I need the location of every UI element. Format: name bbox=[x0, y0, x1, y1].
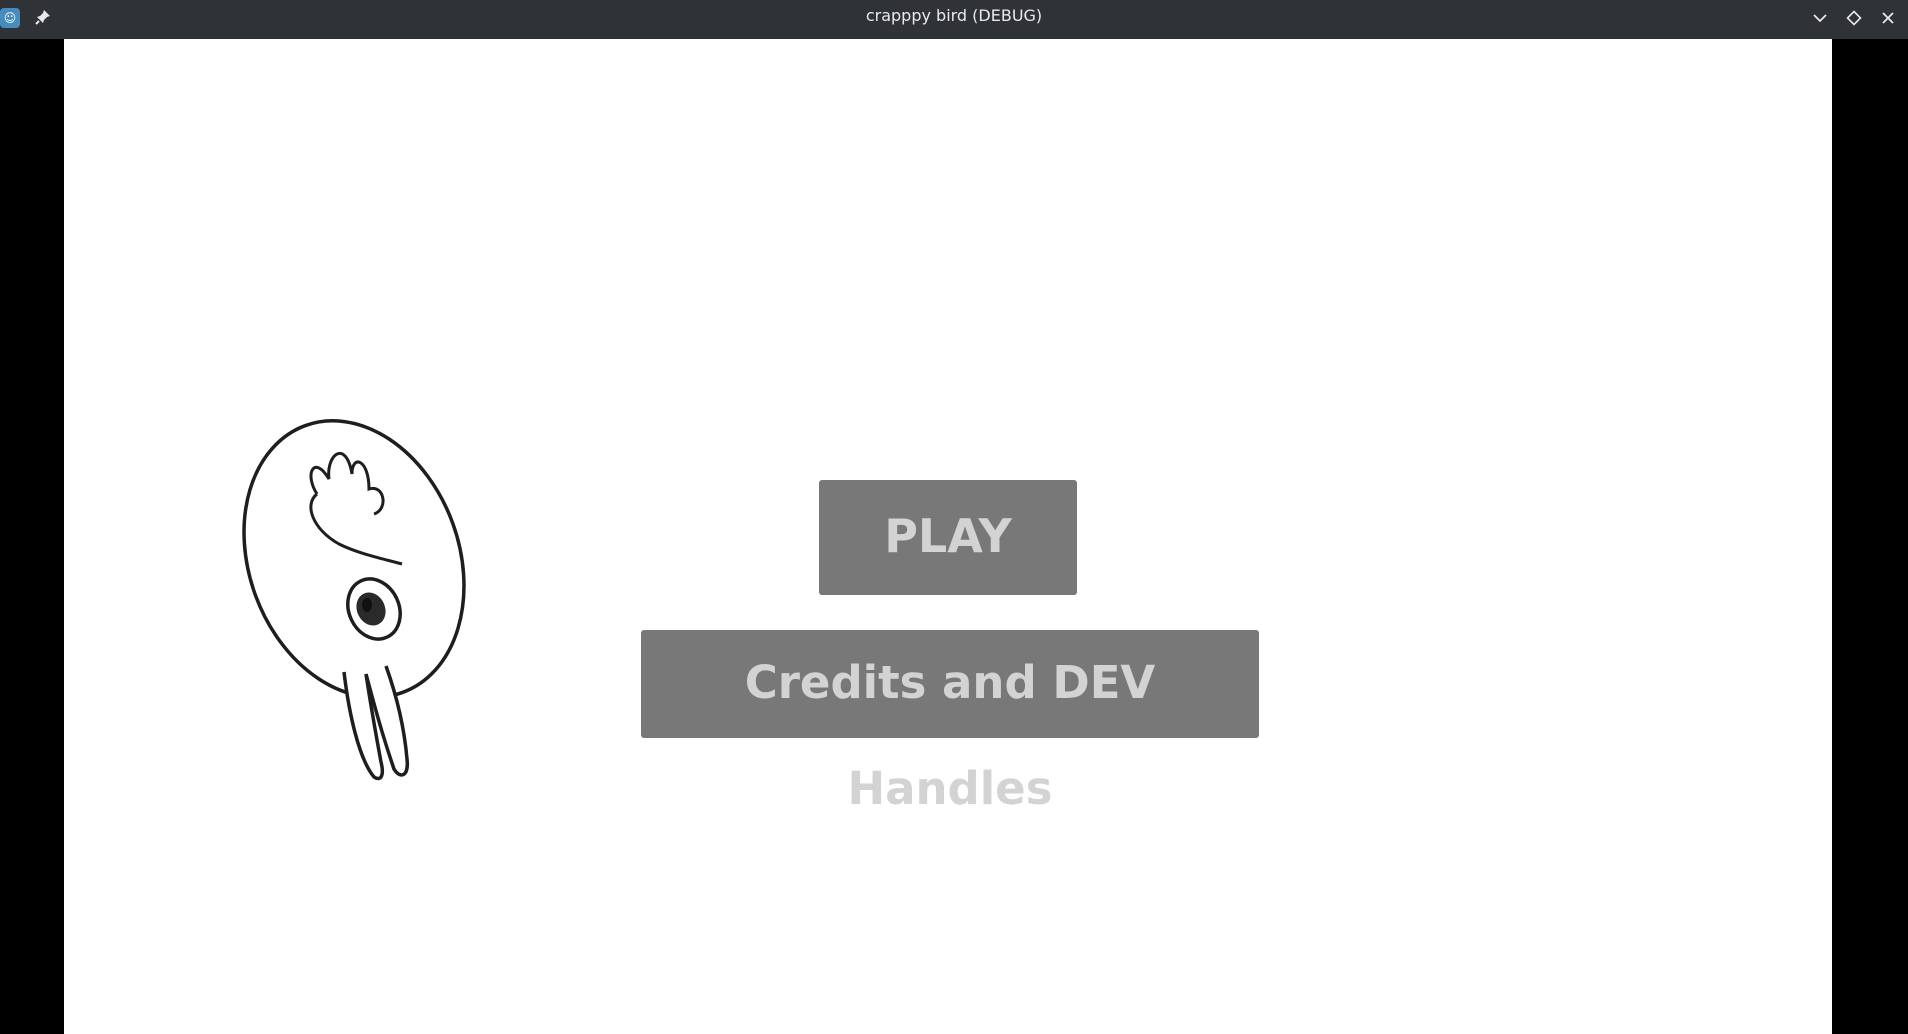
game-viewport: PLAY Credits and DEV Handles bbox=[64, 39, 1832, 1034]
close-icon[interactable] bbox=[1876, 6, 1900, 30]
credits-button[interactable]: Credits and DEV Handles bbox=[641, 630, 1259, 815]
title-bar[interactable]: ☺ crapppy bird (DEBUG) bbox=[0, 0, 1908, 39]
play-button[interactable]: PLAY bbox=[819, 480, 1077, 595]
game-window: ☺ crapppy bird (DEBUG) PLAY Credits and … bbox=[0, 0, 1908, 1034]
diamond-icon[interactable] bbox=[1842, 6, 1866, 30]
window-title: crapppy bird (DEBUG) bbox=[865, 6, 1043, 25]
bird-sprite bbox=[242, 419, 466, 781]
chevron-down-icon[interactable] bbox=[1808, 6, 1832, 30]
